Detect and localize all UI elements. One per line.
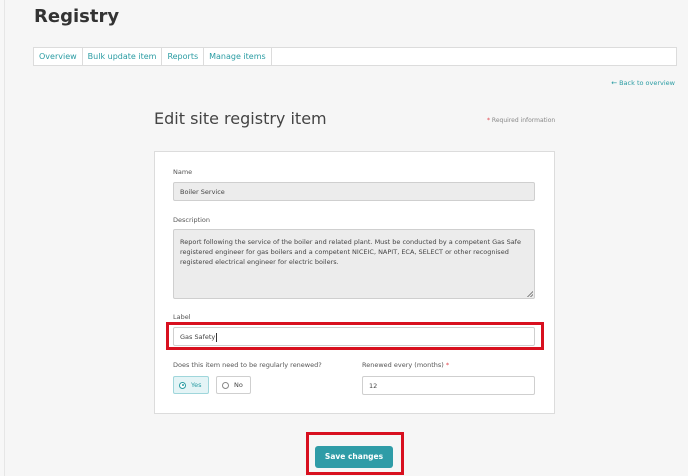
name-label: Name xyxy=(173,168,193,176)
yes-label: Yes xyxy=(191,381,202,389)
page-title: Registry xyxy=(34,6,120,27)
renew-no-radio[interactable]: No xyxy=(216,376,251,394)
tab-manage-items[interactable]: Manage items xyxy=(204,48,272,65)
renewed-every-label: Renewed every (months) * xyxy=(362,361,449,369)
arrow-left-icon: ← xyxy=(611,79,618,87)
renewed-every-input[interactable]: 12 xyxy=(362,376,535,395)
required-info: * Required information xyxy=(487,117,555,124)
radio-selected-icon xyxy=(179,381,186,389)
required-star: * xyxy=(487,117,490,124)
description-text: Report following the service of the boil… xyxy=(180,238,521,266)
form-heading: Edit site registry item xyxy=(154,109,327,128)
description-field[interactable]: Report following the service of the boil… xyxy=(173,229,535,299)
resize-handle-icon[interactable] xyxy=(527,291,533,297)
tab-reports[interactable]: Reports xyxy=(162,48,205,65)
radio-unselected-icon xyxy=(222,381,229,389)
form-card: Name Boiler Service Description Report f… xyxy=(154,151,555,414)
save-changes-button[interactable]: Save changes xyxy=(315,446,393,468)
tab-overview[interactable]: Overview xyxy=(34,48,83,65)
renewed-every-text: Renewed every (months) xyxy=(362,361,444,369)
label-field-highlight xyxy=(166,322,544,350)
renew-yes-radio[interactable]: Yes xyxy=(173,376,209,394)
back-to-overview-link[interactable]: ← Back to overview xyxy=(611,79,675,87)
description-label: Description xyxy=(173,216,211,224)
tab-bulk-update-item[interactable]: Bulk update item xyxy=(83,48,163,65)
required-info-text: Required information xyxy=(491,117,556,124)
no-label: No xyxy=(234,381,243,389)
renew-question: Does this item need to be regularly rene… xyxy=(173,361,322,369)
label-label: Label xyxy=(173,313,191,321)
renewed-required-star: * xyxy=(445,361,450,369)
back-link-label: Back to overview xyxy=(619,79,675,87)
tab-bar: Overview Bulk update item Reports Manage… xyxy=(33,47,677,66)
name-field[interactable]: Boiler Service xyxy=(173,182,535,201)
